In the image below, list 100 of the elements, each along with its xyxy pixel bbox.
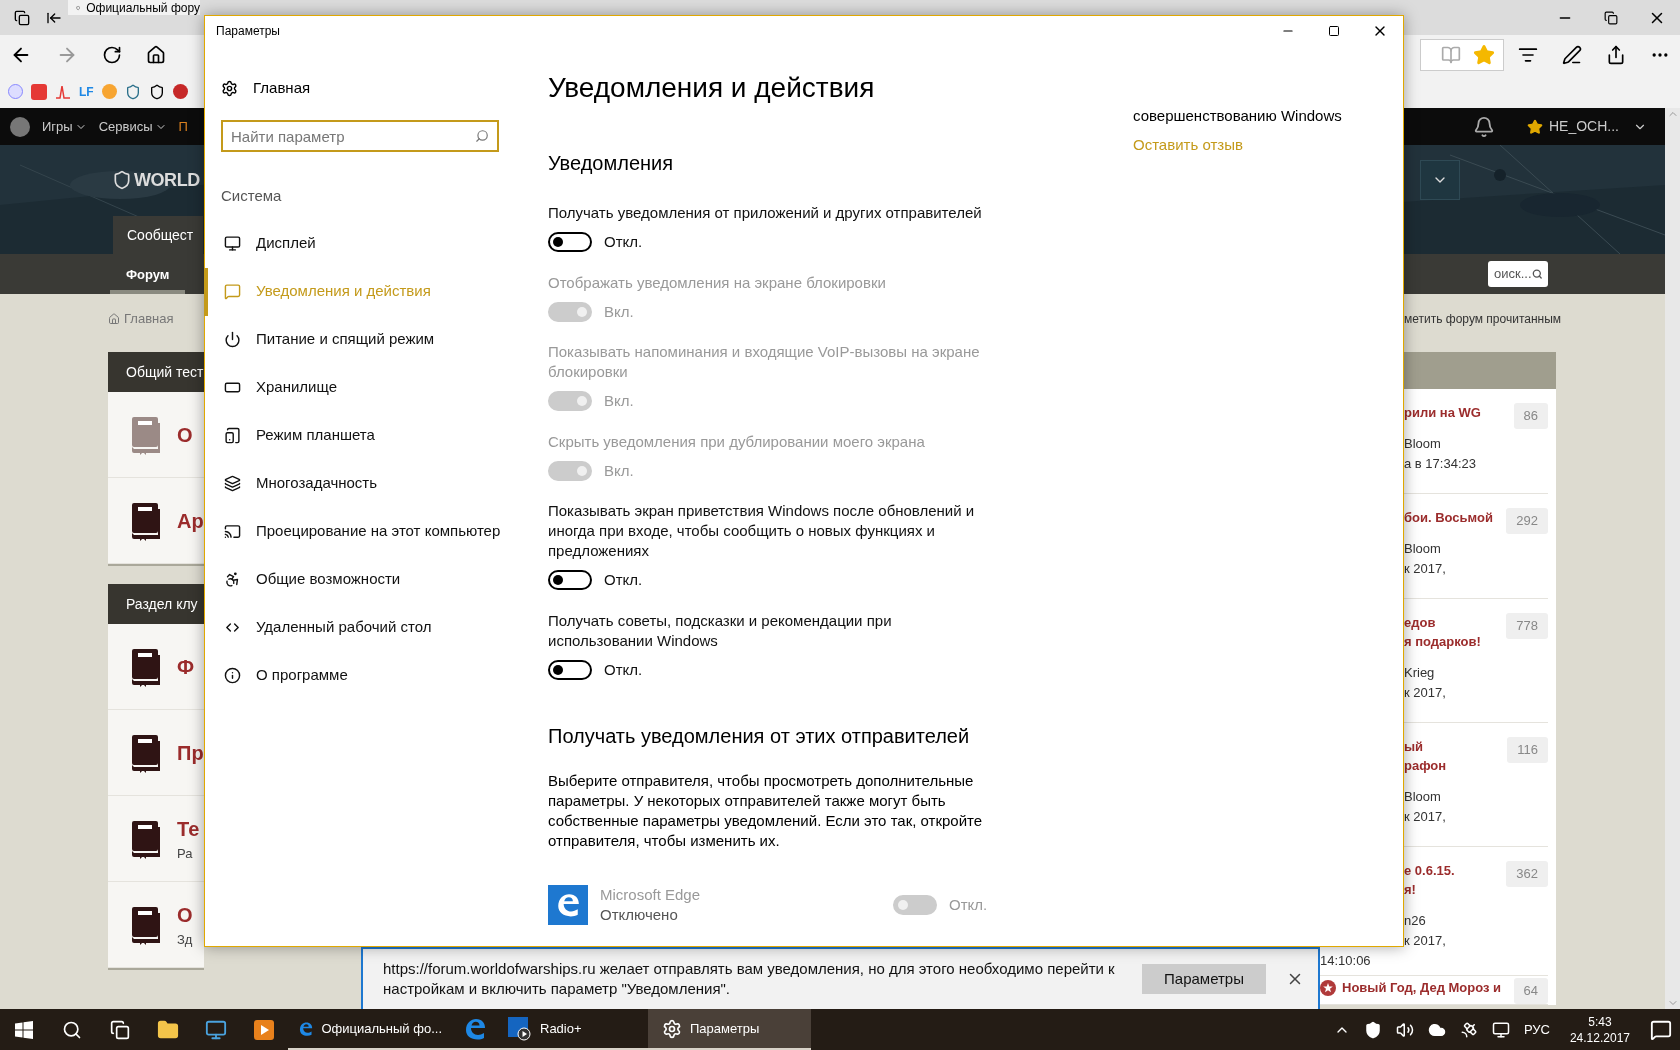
topic-author[interactable]: Bloom (1404, 539, 1507, 559)
volume-icon[interactable] (1395, 1020, 1414, 1039)
restore-icon[interactable] (1604, 10, 1618, 25)
language-indicator[interactable]: РУС (1523, 1019, 1550, 1040)
topic-title-link[interactable]: едов (1404, 613, 1481, 632)
forum-search-field[interactable]: оиск... (1488, 261, 1548, 287)
toggle-state: Откл. (604, 659, 643, 680)
search-field[interactable]: Найти параметр (221, 120, 499, 152)
monitor-icon (205, 1018, 227, 1041)
topic-date: к 2017, (1404, 932, 1447, 950)
nav-item[interactable]: Общие возможности (204, 555, 515, 604)
topic-date: а в 17:34:23 (1404, 455, 1477, 473)
browser-icon (463, 1016, 487, 1041)
nav-link[interactable]: Игры (42, 116, 87, 137)
forum-title-link[interactable]: О (177, 419, 193, 450)
topic-title-link[interactable]: бои. Восьмой (1404, 508, 1493, 527)
forum-title-link[interactable]: Ар (177, 505, 204, 536)
settings-icon (662, 1018, 682, 1039)
notification-text: https://forum.worldofwarships.ru желает отправлять вам уведомления, но для этого необходимо перейти к настройкам и включить параметр "Уведомления". (383, 959, 1116, 999)
forum-title-link[interactable]: О (177, 899, 193, 930)
section-header: Раздел клу (108, 584, 204, 624)
topic-author[interactable]: Bloom (1404, 787, 1508, 807)
topic-title-link[interactable]: я подарков! (1404, 632, 1481, 651)
app-tile[interactable] (548, 885, 588, 925)
toggle-switch[interactable] (548, 659, 592, 680)
forum-title-link[interactable]: Ф (177, 651, 195, 682)
action-center-icon[interactable] (1650, 1018, 1672, 1041)
logo-text[interactable]: WORLD (134, 166, 200, 194)
community-tab[interactable]: Сообщест (113, 216, 203, 254)
window-title: Параметры (215, 23, 281, 40)
task-view-icon (110, 1019, 130, 1040)
forum-title-link[interactable]: Пр (177, 737, 204, 768)
reply-count: 778 (1506, 613, 1548, 639)
topic-author[interactable]: n26 (1404, 911, 1507, 931)
topic-title-link[interactable]: рили на WG (1404, 403, 1481, 422)
page-title: Уведомления и действия (548, 71, 876, 105)
nav-icon (224, 571, 241, 588)
share-icon[interactable] (1606, 45, 1626, 65)
gear-icon (221, 79, 238, 97)
clock[interactable]: 5:43 24.12.2017 (1563, 1013, 1636, 1046)
app-name: Microsoft Edge (600, 885, 702, 905)
setting-label: Получать уведомления от приложений и других отправителей (548, 203, 983, 223)
topic-title-link[interactable]: е 0.6.15. (1404, 861, 1455, 880)
favorites-icon[interactable] (1518, 45, 1538, 65)
topic-date: к 2017, (1404, 560, 1447, 578)
nav-item[interactable]: О программе (204, 651, 515, 700)
shield-logo-icon (112, 170, 132, 190)
toggle-state: Вкл. (604, 301, 634, 322)
tabs-aside-icon[interactable] (14, 9, 30, 26)
app-status: Отключено (600, 905, 679, 925)
nav-item[interactable]: Дисплей (204, 219, 515, 268)
browser-tab[interactable]: Официальный фору (68, 0, 200, 15)
topic-title-link[interactable]: Новый Год, Дед Мороз и (1342, 978, 1502, 997)
chart-favicon-icon[interactable] (55, 83, 71, 100)
round-favicon-icon[interactable] (172, 84, 188, 99)
address-field[interactable] (1420, 39, 1504, 71)
home-nav-item[interactable]: Главная (205, 68, 515, 108)
settings-button[interactable]: Параметры (1142, 964, 1266, 994)
topic-title-link[interactable]: рафон (1404, 756, 1447, 775)
nav-item[interactable]: Удаленный рабочий стол (204, 603, 515, 652)
nav-item[interactable]: Многозадачность (204, 459, 515, 508)
m-favicon-icon[interactable] (31, 83, 47, 100)
toggle-switch[interactable] (548, 570, 592, 591)
bell-icon[interactable] (1473, 115, 1495, 138)
network-icon[interactable] (1491, 1020, 1510, 1039)
site-logo-icon[interactable] (10, 116, 30, 137)
setting-label: Показывать напоминания и входящие VoIP-вызовы на экране блокировки (548, 342, 981, 382)
topic-author[interactable]: Bloom (1404, 434, 1514, 454)
nav-item[interactable]: Режим планшета (204, 411, 515, 460)
media-player-icon (253, 1018, 275, 1041)
browser-icon (555, 892, 581, 918)
related-text: совершенствованию Windows (1133, 106, 1343, 126)
pen-icon[interactable] (1562, 45, 1582, 65)
nav-item[interactable]: Проецирование на этот компьютер (204, 507, 515, 556)
folder-icon (157, 1018, 179, 1041)
topic-author[interactable]: Krieg (1404, 663, 1507, 683)
maximize-icon[interactable] (1328, 25, 1340, 37)
refresh-icon[interactable] (102, 45, 122, 65)
topic-title-link[interactable]: я! (1404, 880, 1455, 899)
home-icon[interactable] (146, 45, 166, 65)
topic-title-link[interactable]: ый (1404, 737, 1447, 756)
forum-title-link[interactable]: Те (177, 813, 200, 844)
nav-item[interactable]: Питание и спящий режим (204, 315, 515, 364)
taskbar-button[interactable]: Параметры (648, 1009, 811, 1050)
section-header: Общий тест (108, 352, 204, 392)
home-icon (108, 313, 120, 325)
topic-time: 14:10:06 (1320, 952, 1372, 970)
search-icon (62, 1019, 82, 1040)
forum-tab[interactable]: Форум (110, 260, 186, 294)
nav-link[interactable]: Сервисы (98, 116, 167, 137)
search-icon (475, 129, 489, 143)
toggle-switch[interactable] (548, 232, 592, 253)
mark-read-link[interactable]: метить форум прочитанным (1404, 310, 1562, 328)
reply-count: 362 (1506, 861, 1548, 887)
nav-item[interactable]: Хранилище (204, 363, 515, 412)
user-menu[interactable]: НЕ_ОСН... (1527, 116, 1647, 137)
nav-link[interactable]: П (178, 116, 188, 137)
toggle-state: Откл. (604, 232, 643, 252)
star-icon[interactable] (1473, 44, 1495, 66)
satellite-icon[interactable] (1459, 1020, 1478, 1039)
